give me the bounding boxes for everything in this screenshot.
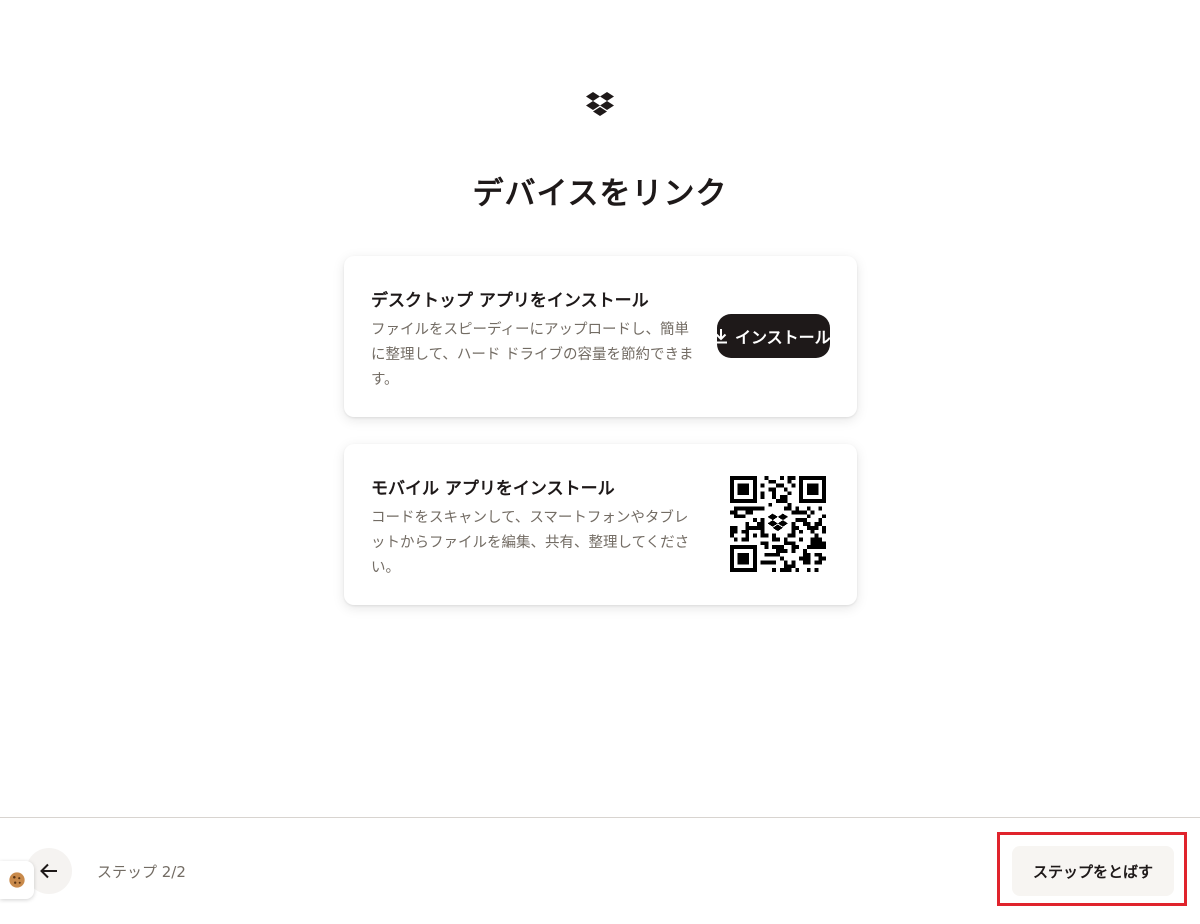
step-indicator: ステップ 2/2 — [97, 863, 186, 881]
cookie-icon — [9, 872, 25, 888]
qr-code-image — [730, 476, 826, 572]
mobile-app-card: モバイル アプリをインストール コードをスキャンして、スマートフォンやタブレット… — [344, 444, 857, 605]
desktop-card-title: デスクトップ アプリをインストール — [371, 291, 649, 311]
mobile-card-description: コードをスキャンして、スマートフォンやタブレットからファイルを編集、共有、整理し… — [371, 510, 690, 576]
desktop-app-card: デスクトップ アプリをインストール ファイルをスピーディーにアップロードし、簡単… — [344, 256, 857, 417]
dropbox-logo-icon — [585, 91, 615, 119]
desktop-card-description: ファイルをスピーディーにアップロードし、簡単に整理して、ハード ドライブの容量を… — [371, 322, 694, 388]
page-title: デバイスをリンク — [472, 176, 728, 212]
skip-step-button[interactable]: ステップをとばす — [1012, 846, 1174, 896]
arrow-left-icon — [40, 863, 57, 879]
download-icon — [717, 328, 729, 344]
install-button-label: インストール — [735, 328, 830, 347]
mobile-card-title: モバイル アプリをインストール — [371, 479, 615, 499]
install-button[interactable]: インストール — [717, 314, 830, 358]
cookie-settings-button[interactable] — [0, 861, 34, 899]
onboarding-page: デバイスをリンク デスクトップ アプリをインストール ファイルをスピーディーにア… — [0, 0, 1200, 924]
footer-divider — [0, 817, 1200, 818]
